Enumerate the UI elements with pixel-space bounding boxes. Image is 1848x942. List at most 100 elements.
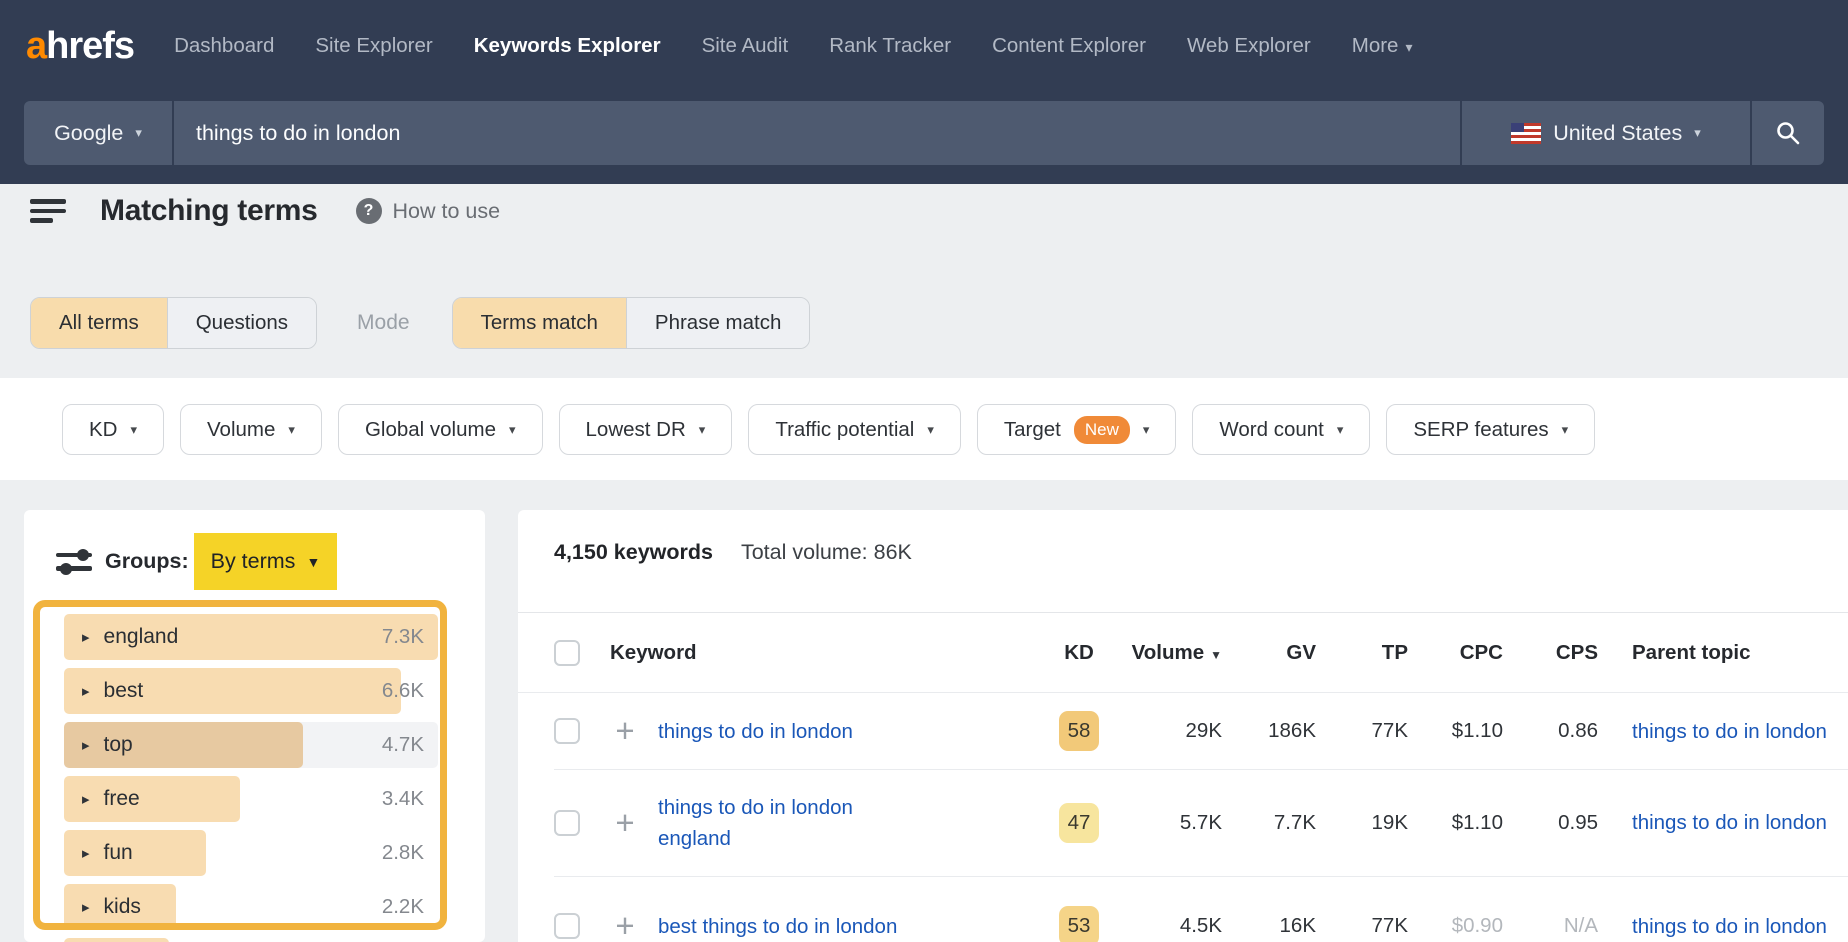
col-header-cps[interactable]: CPS: [1503, 641, 1598, 665]
col-header-gv[interactable]: GV: [1222, 641, 1316, 665]
col-header-kd[interactable]: KD: [1048, 641, 1110, 665]
group-row-partial[interactable]: [64, 938, 438, 942]
filter-serp-features[interactable]: SERP features▾: [1386, 404, 1595, 455]
cps-value: 0.86: [1503, 719, 1598, 743]
cps-value: 0.95: [1503, 811, 1598, 835]
volume-value: 4.5K: [1110, 914, 1222, 938]
groups-panel: Groups: By terms ▼ ▸england 7.3K ▸best 6…: [24, 510, 485, 942]
reports-menu-icon[interactable]: [30, 199, 66, 223]
group-row-kids[interactable]: ▸kids 2.2K: [64, 884, 438, 930]
cps-value: N/A: [1503, 914, 1598, 938]
filter-target[interactable]: TargetNew▾: [977, 404, 1177, 455]
filter-traffic-potential[interactable]: Traffic potential▾: [748, 404, 961, 455]
row-checkbox[interactable]: [554, 810, 580, 836]
keyword-link[interactable]: best things to do in london: [658, 911, 897, 942]
nav-item-more[interactable]: More▾: [1352, 34, 1413, 58]
group-row-best[interactable]: ▸best 6.6K: [64, 668, 438, 714]
parent-topic-link[interactable]: things to do in london: [1632, 911, 1827, 942]
tab-phrase-match[interactable]: Phrase match: [626, 298, 809, 348]
cpc-value: $1.10: [1408, 811, 1503, 835]
expand-caret-icon[interactable]: ▸: [82, 898, 90, 916]
filter-kd[interactable]: KD▾: [62, 404, 164, 455]
expand-caret-icon[interactable]: ▸: [82, 736, 90, 754]
chevron-down-icon: ▾: [699, 422, 706, 438]
col-header-tp[interactable]: TP: [1316, 641, 1408, 665]
col-header-cpc[interactable]: CPC: [1408, 641, 1503, 665]
search-query-value: things to do in london: [196, 121, 400, 146]
chevron-down-icon: ▾: [509, 422, 516, 438]
search-button[interactable]: [1752, 101, 1824, 165]
nav-item-content-explorer[interactable]: Content Explorer: [992, 34, 1146, 58]
group-count: 7.3K: [382, 614, 424, 660]
parent-topic-link[interactable]: things to do in london: [1632, 807, 1827, 838]
cpc-value: $0.90: [1408, 914, 1503, 938]
tab-all-terms[interactable]: All terms: [31, 298, 167, 348]
volume-value: 29K: [1110, 719, 1222, 743]
keyword-link[interactable]: things to do in london: [658, 716, 853, 747]
kd-badge: 47: [1059, 803, 1099, 843]
total-volume: Total volume: 86K: [741, 540, 912, 565]
group-row-top[interactable]: ▸top 4.7K: [64, 722, 438, 768]
add-to-list-icon[interactable]: +: [610, 913, 640, 939]
filter-global-volume[interactable]: Global volume▾: [338, 404, 543, 455]
logo-a: a: [26, 25, 46, 67]
group-row-england[interactable]: ▸england 7.3K: [64, 614, 438, 660]
country-label: United States: [1553, 121, 1682, 146]
group-list: ▸england 7.3K ▸best 6.6K ▸top 4.7K ▸free…: [64, 614, 438, 942]
col-header-volume[interactable]: Volume▼: [1110, 641, 1222, 665]
col-header-parent-topic[interactable]: Parent topic: [1632, 641, 1848, 665]
filter-buttons: KD▾ Volume▾ Global volume▾ Lowest DR▾ Tr…: [62, 404, 1595, 455]
table-row: + best things to do in london 53 4.5K 16…: [518, 876, 1848, 942]
chevron-down-icon: ▾: [288, 422, 295, 438]
chevron-down-icon: ▾: [1337, 422, 1344, 438]
nav-item-site-explorer[interactable]: Site Explorer: [315, 34, 432, 58]
group-row-free[interactable]: ▸free 3.4K: [64, 776, 438, 822]
ahrefs-logo[interactable]: ahrefs: [26, 25, 134, 68]
add-to-list-icon[interactable]: +: [610, 718, 640, 744]
search-query-input[interactable]: things to do in london: [174, 101, 1460, 165]
report-header: Matching terms ? How to use: [30, 194, 500, 228]
select-all-checkbox[interactable]: [554, 640, 580, 666]
kd-badge: 53: [1059, 906, 1099, 942]
country-select[interactable]: United States ▾: [1462, 101, 1750, 165]
search-engine-label: Google: [54, 121, 123, 146]
search-engine-select[interactable]: Google ▾: [24, 101, 172, 165]
expand-caret-icon[interactable]: ▸: [82, 790, 90, 808]
how-to-use-link[interactable]: ? How to use: [356, 198, 501, 224]
col-header-keyword[interactable]: Keyword: [610, 641, 1048, 665]
parent-topic-link[interactable]: things to do in london: [1632, 716, 1827, 747]
row-checkbox[interactable]: [554, 718, 580, 744]
keyword-search-bar: Google ▾ things to do in london United S…: [24, 101, 1824, 165]
group-row-fun[interactable]: ▸fun 2.8K: [64, 830, 438, 876]
filter-word-count[interactable]: Word count▾: [1192, 404, 1370, 455]
chevron-down-icon: ▼: [306, 554, 320, 570]
chevron-down-icon: ▾: [1143, 422, 1150, 438]
nav-item-site-audit[interactable]: Site Audit: [702, 34, 789, 58]
chevron-down-icon: ▾: [1405, 39, 1412, 55]
nav-item-rank-tracker[interactable]: Rank Tracker: [829, 34, 951, 58]
groups-by-terms-select[interactable]: By terms ▼: [194, 533, 338, 590]
table-row: + things to do in london 58 29K 186K 77K…: [518, 693, 1848, 769]
us-flag-icon: [1511, 123, 1541, 144]
tab-terms-match[interactable]: Terms match: [453, 298, 626, 348]
filter-volume[interactable]: Volume▾: [180, 404, 322, 455]
add-to-list-icon[interactable]: +: [610, 810, 640, 836]
tab-questions[interactable]: Questions: [167, 298, 316, 348]
filter-lowest-dr[interactable]: Lowest DR▾: [559, 404, 733, 455]
nav-item-dashboard[interactable]: Dashboard: [174, 34, 274, 58]
top-navbar: ahrefs Dashboard Site Explorer Keywords …: [0, 0, 1848, 184]
nav-item-keywords-explorer[interactable]: Keywords Explorer: [474, 34, 661, 58]
keyword-link[interactable]: things to do in london england: [658, 792, 930, 854]
how-to-use-label: How to use: [393, 199, 501, 224]
nav-links: Dashboard Site Explorer Keywords Explore…: [174, 34, 1412, 58]
expand-caret-icon[interactable]: ▸: [82, 682, 90, 700]
toggle-row: All terms Questions Mode Terms match Phr…: [30, 297, 810, 349]
row-checkbox[interactable]: [554, 913, 580, 939]
chevron-down-icon: ▾: [1562, 422, 1569, 438]
group-bar: [64, 938, 169, 942]
expand-caret-icon[interactable]: ▸: [82, 844, 90, 862]
sliders-icon[interactable]: [56, 548, 92, 576]
nav-item-web-explorer[interactable]: Web Explorer: [1187, 34, 1311, 58]
expand-caret-icon[interactable]: ▸: [82, 628, 90, 646]
filter-bar: KD▾ Volume▾ Global volume▾ Lowest DR▾ Tr…: [0, 378, 1848, 480]
